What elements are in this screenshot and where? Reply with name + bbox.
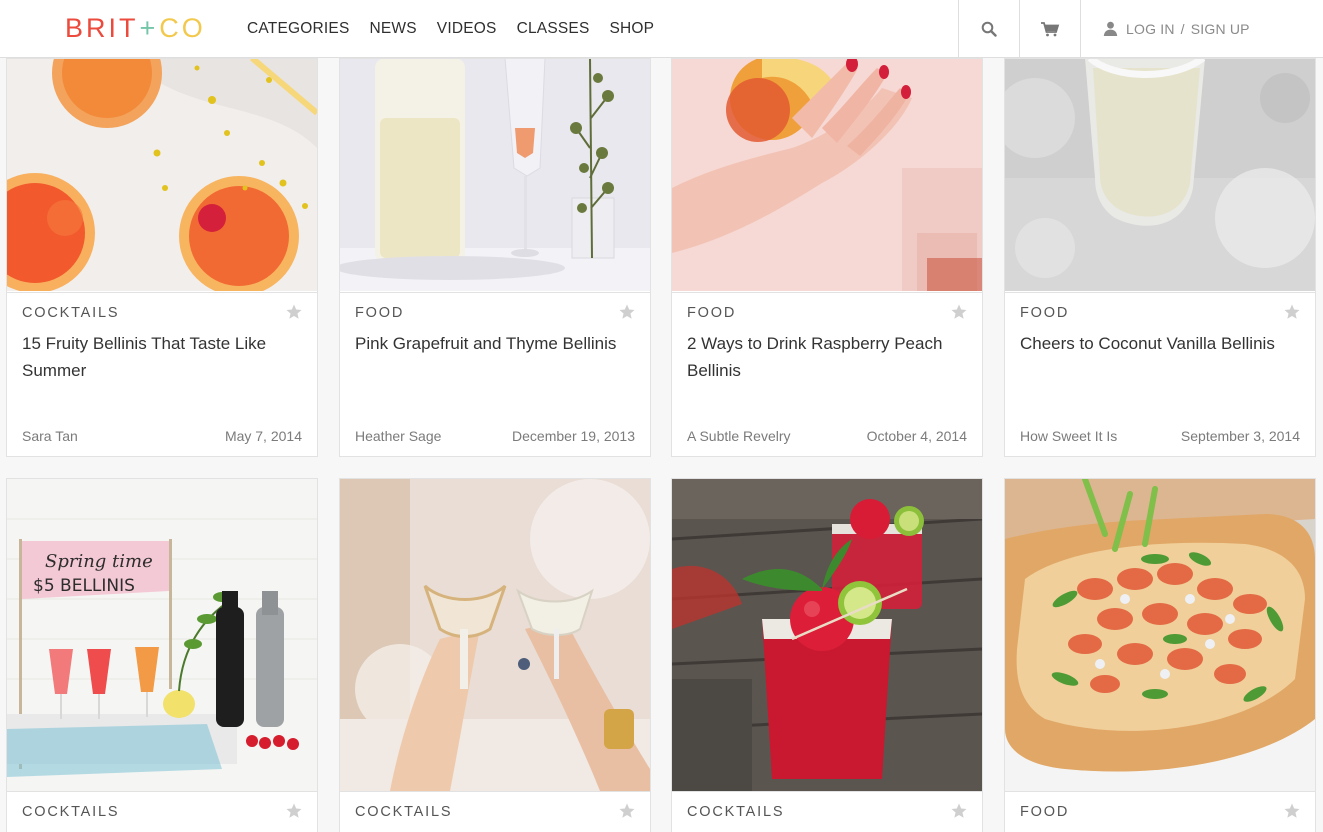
article-category[interactable]: COCKTAILS <box>22 804 119 820</box>
search-button[interactable] <box>958 0 1019 57</box>
article-card[interactable]: FOOD 2 Ways to Drink Raspberry Peach Bel… <box>671 58 983 457</box>
article-card[interactable]: FOOD Cheers to Coconut Vanilla Bellinis … <box>1004 58 1316 457</box>
article-author[interactable]: Sara Tan <box>22 428 78 444</box>
article-category[interactable]: COCKTAILS <box>687 804 784 820</box>
article-image[interactable] <box>1005 479 1315 791</box>
article-image[interactable] <box>672 479 982 791</box>
star-icon[interactable] <box>950 303 968 321</box>
star-icon[interactable] <box>1283 303 1301 321</box>
article-date: September 3, 2014 <box>1180 428 1300 444</box>
article-image[interactable]: Spring time $5 BELLINIS <box>7 479 317 791</box>
article-title[interactable]: Cheers to Coconut Vanilla Bellinis <box>1020 330 1295 357</box>
article-date: December 19, 2013 <box>512 428 635 444</box>
article-card[interactable]: COCKTAILS 15 Fruity Bellinis That Taste … <box>6 58 318 457</box>
brit-co-logo[interactable]: BRIT+CO <box>65 12 206 44</box>
star-icon[interactable] <box>285 303 303 321</box>
sign-script-text: Spring time <box>45 551 153 572</box>
cart-icon <box>1041 21 1060 36</box>
article-image[interactable] <box>340 479 650 791</box>
main-nav: CATEGORIES NEWS VIDEOS CLASSES SHOP <box>247 0 674 58</box>
star-icon[interactable] <box>618 802 636 820</box>
article-card[interactable]: FOOD <box>1004 478 1316 832</box>
account-separator: / <box>1180 20 1185 37</box>
login-link[interactable]: LOG IN <box>1126 21 1175 37</box>
search-icon <box>981 21 997 37</box>
article-category[interactable]: FOOD <box>1020 804 1069 820</box>
article-image[interactable] <box>340 59 650 291</box>
nav-shop[interactable]: SHOP <box>609 20 654 38</box>
nav-videos[interactable]: VIDEOS <box>437 20 497 38</box>
article-category[interactable]: COCKTAILS <box>22 305 119 321</box>
nav-classes[interactable]: CLASSES <box>517 20 590 38</box>
account-links: LOG IN / SIGN UP <box>1126 21 1250 37</box>
article-category[interactable]: FOOD <box>1020 305 1069 321</box>
star-icon[interactable] <box>1283 802 1301 820</box>
article-image[interactable] <box>1005 59 1315 291</box>
site-header: BRIT+CO CATEGORIES NEWS VIDEOS CLASSES S… <box>0 0 1323 58</box>
user-icon <box>1103 21 1118 36</box>
article-date: October 4, 2014 <box>866 428 967 444</box>
account-area: LOG IN / SIGN UP <box>1080 0 1323 57</box>
star-icon[interactable] <box>285 802 303 820</box>
nav-categories[interactable]: CATEGORIES <box>247 20 349 38</box>
article-category[interactable]: FOOD <box>687 305 736 321</box>
article-card[interactable]: FOOD Pink Grapefruit and Thyme Bellinis … <box>339 58 651 457</box>
article-card[interactable]: Spring time $5 BELLINIS COCKTAILS <box>6 478 318 832</box>
article-card[interactable]: COCKTAILS <box>339 478 651 832</box>
star-icon[interactable] <box>950 802 968 820</box>
article-author[interactable]: How Sweet It Is <box>1020 428 1117 444</box>
article-title[interactable]: Pink Grapefruit and Thyme Bellinis <box>355 330 630 357</box>
nav-news[interactable]: NEWS <box>369 20 416 38</box>
article-category[interactable]: COCKTAILS <box>355 804 452 820</box>
article-category[interactable]: FOOD <box>355 305 404 321</box>
article-title[interactable]: 15 Fruity Bellinis That Taste Like Summe… <box>22 330 297 384</box>
article-image[interactable] <box>672 59 982 291</box>
article-image[interactable] <box>7 59 317 291</box>
signup-link[interactable]: SIGN UP <box>1191 21 1250 37</box>
cart-button[interactable] <box>1019 0 1080 57</box>
article-title[interactable]: 2 Ways to Drink Raspberry Peach Bellinis <box>687 330 962 384</box>
article-card[interactable]: COCKTAILS <box>671 478 983 832</box>
article-author[interactable]: A Subtle Revelry <box>687 428 791 444</box>
article-author[interactable]: Heather Sage <box>355 428 441 444</box>
star-icon[interactable] <box>618 303 636 321</box>
article-date: May 7, 2014 <box>224 428 302 444</box>
sign-bellinis-text: $5 BELLINIS <box>33 576 135 596</box>
